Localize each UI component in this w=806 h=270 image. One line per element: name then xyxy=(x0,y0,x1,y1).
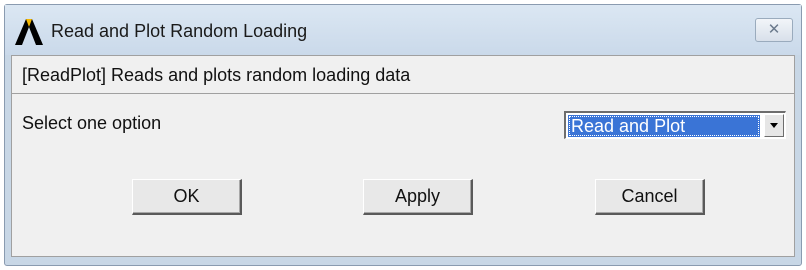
close-icon[interactable]: ✕ xyxy=(755,18,793,42)
option-select-value[interactable]: Read and Plot xyxy=(568,115,760,137)
cancel-button[interactable]: Cancel xyxy=(595,179,705,215)
dialog-body: [ReadPlot] Reads and plots random loadin… xyxy=(11,55,795,257)
ok-button[interactable]: OK xyxy=(132,179,242,215)
option-select[interactable]: Read and Plot xyxy=(564,111,786,139)
apply-button[interactable]: Apply xyxy=(363,179,473,215)
description-row: [ReadPlot] Reads and plots random loadin… xyxy=(12,56,794,94)
window-title: Read and Plot Random Loading xyxy=(51,21,308,41)
ansys-logo-icon xyxy=(15,19,43,45)
dialog-window: Read and Plot Random Loading ✕ [ReadPlot… xyxy=(4,4,802,266)
chevron-down-icon[interactable] xyxy=(764,114,784,137)
description-text: [ReadPlot] Reads and plots random loadin… xyxy=(22,65,411,85)
option-label: Select one option xyxy=(22,113,162,133)
title-bar[interactable]: Read and Plot Random Loading ✕ xyxy=(5,5,801,55)
